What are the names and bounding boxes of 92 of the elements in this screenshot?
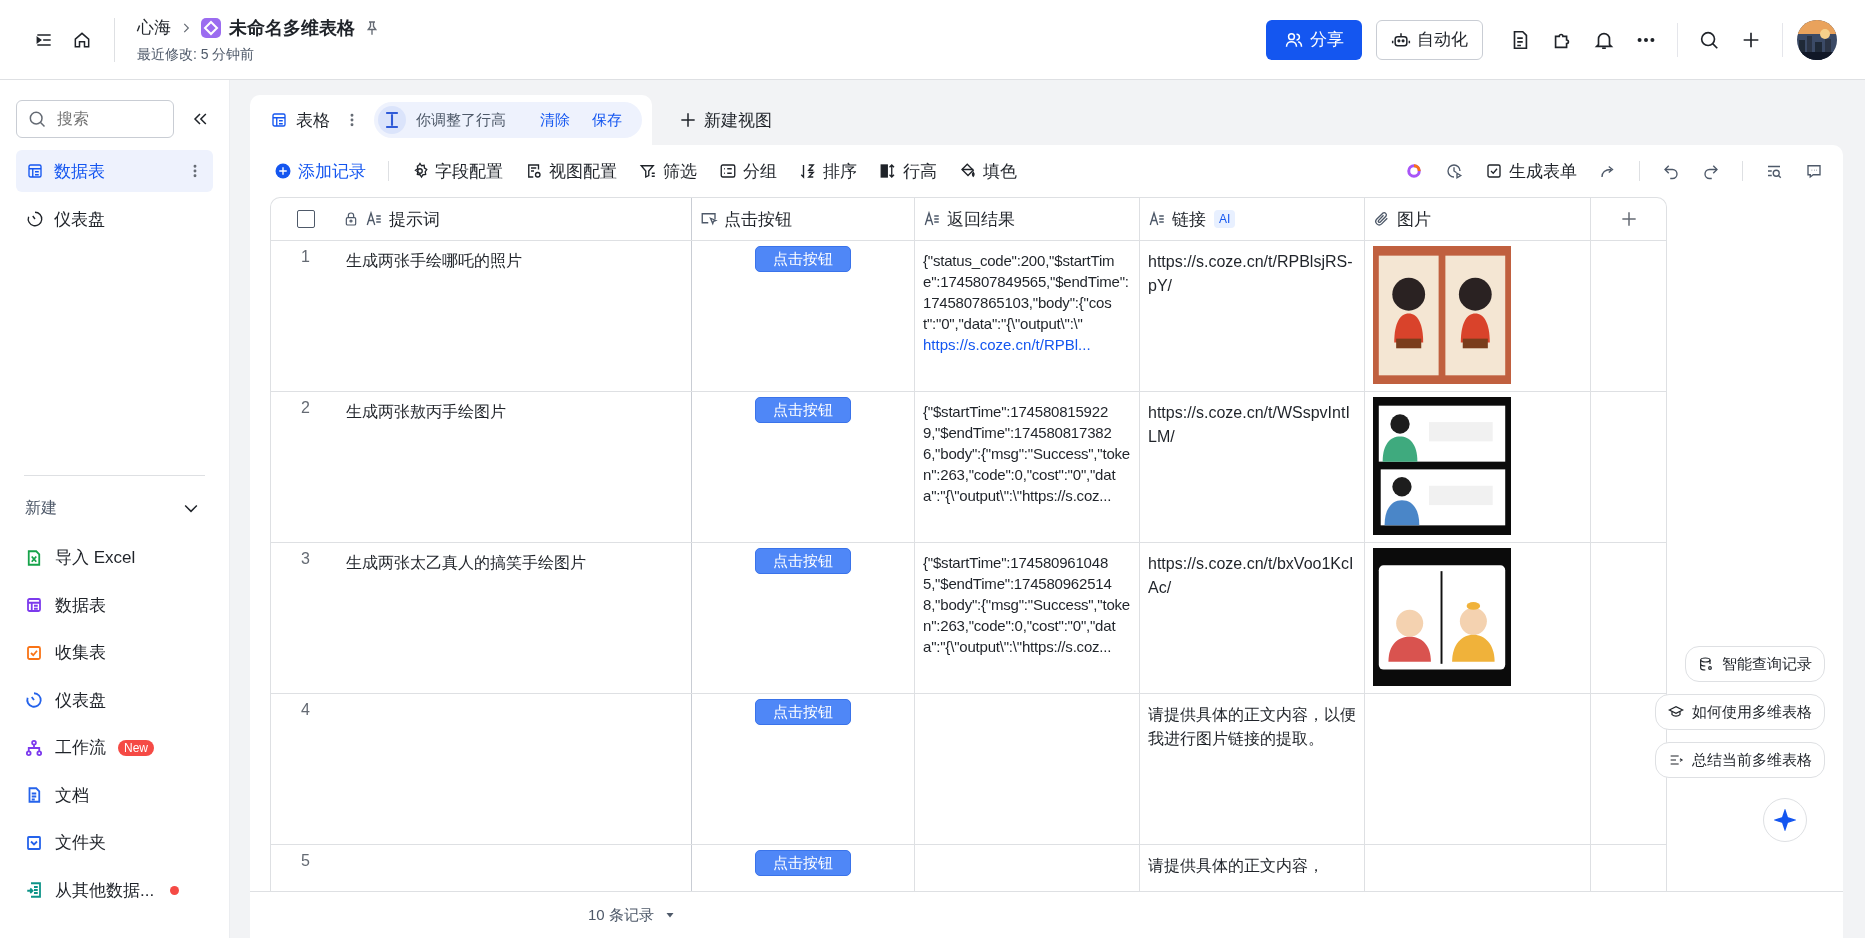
create-menu-item[interactable]: 文档	[55, 783, 89, 807]
table-cell-text: 请提供具体的正文内容，以便我进行图片链接的提取。	[1148, 705, 1356, 749]
app-icon	[201, 17, 221, 38]
view-tab[interactable]: 表格	[270, 104, 330, 136]
suggestion-button[interactable]: 如何使用多维表格	[1655, 694, 1825, 730]
plus-icon	[678, 110, 698, 130]
graduation-cap-icon	[1668, 704, 1684, 720]
sort-icon	[799, 162, 817, 180]
new-badge: New	[118, 739, 154, 756]
column-header[interactable]: 点击按钮	[700, 207, 792, 231]
redo-icon[interactable]	[1702, 162, 1720, 180]
row-number: 4	[301, 700, 310, 720]
suggestion-button[interactable]: 总结当前多维表格	[1655, 742, 1825, 778]
row-height-icon	[879, 162, 897, 180]
create-menu-item[interactable]: 导入 Excel	[55, 546, 136, 570]
clock-icon[interactable]	[1445, 162, 1463, 180]
summary-icon	[1668, 752, 1684, 768]
toolbar-button[interactable]: 视图配置	[525, 159, 617, 183]
create-menu-item[interactable]: 从其他数据...	[55, 878, 155, 902]
record-count-dropdown[interactable]: 10 条记录	[582, 904, 682, 926]
table-cell-text: {"$startTime":1745809610485,"$endTime":1745809625148,"body":{"msg":"Success","token":263,"code":0,"cost":"0","data":"{\"output\":\"https://s.coz...	[923, 553, 1131, 657]
table-cell-text: {"$startTime":1745808159229,"$endTime":1745808173826,"body":{"msg":"Success","token":263,"code":0,"cost":"0","data":"{\"output\":\"https://s.coz...	[923, 402, 1131, 506]
row-number: 3	[301, 549, 310, 569]
create-menu-item[interactable]: 仪表盘	[55, 688, 106, 712]
search-field[interactable]: 搜索	[16, 100, 174, 138]
breadcrumb-link[interactable]: 心海	[137, 16, 171, 39]
create-menu-item[interactable]: 收集表	[55, 641, 106, 665]
toolbar-button[interactable]: 筛选	[639, 159, 697, 183]
toolbar-button[interactable]: 字段配置	[411, 159, 503, 183]
database-icon	[1698, 656, 1714, 672]
row-number: 5	[301, 851, 310, 871]
ring-icon[interactable]	[1405, 162, 1423, 180]
comment-icon[interactable]	[1805, 162, 1823, 180]
filter-icon	[639, 162, 657, 180]
result-link[interactable]: https://s.coze.cn/t/RPBl...	[923, 334, 1091, 355]
table-cell-text: https://s.coze.cn/t/bxVoo1KcIAc/	[1148, 554, 1355, 598]
toolbar-button[interactable]: 分组	[719, 159, 777, 183]
ai-badge: AI	[1214, 210, 1236, 228]
checkbox-icon	[1485, 162, 1503, 180]
search-input[interactable]: 搜索	[55, 109, 159, 129]
table-cell-text: 生成两张手绘哪吒的照片	[345, 251, 522, 271]
plus-circle-icon	[274, 162, 292, 180]
share-button[interactable]: 分享	[1266, 19, 1362, 60]
table-icon	[270, 111, 288, 129]
toolbar-button[interactable]: 添加记录	[274, 159, 366, 183]
table-cell-text: https://s.coze.cn/t/RPBlsjRS-pY/	[1148, 252, 1354, 296]
sidebar-item[interactable]: 数据表	[16, 150, 213, 192]
suggestion-button[interactable]: 智能查询记录	[1685, 646, 1825, 682]
search-icon	[27, 109, 47, 129]
notice-text: 你调整了行高	[416, 110, 506, 130]
select-all-checkbox[interactable]	[297, 210, 315, 228]
table-icon	[26, 162, 44, 180]
row-height-icon	[378, 106, 406, 134]
new-view-button[interactable]: 新建视图	[672, 100, 778, 140]
create-menu-item[interactable]: 工作流	[55, 736, 106, 760]
toolbar-button[interactable]: 生成表单	[1485, 159, 1577, 183]
paperclip-icon	[1373, 210, 1391, 228]
create-menu-item[interactable]: 文件夹	[55, 831, 106, 855]
table-cell-text: 生成两张太乙真人的搞笑手绘图片	[345, 553, 586, 573]
ai-assistant-button[interactable]	[1763, 798, 1807, 842]
table-cell-text: 请提供具体的正文内容，	[1148, 856, 1324, 876]
view-settings-icon	[525, 162, 543, 180]
last-modified: 最近修改: 5 分钟前	[137, 45, 256, 64]
column-header[interactable]: 返回结果	[923, 207, 1015, 231]
cursor-icon	[700, 210, 718, 228]
text-field-icon	[365, 210, 383, 228]
table-cell-text: 生成两张敖丙手绘图片	[345, 402, 506, 422]
toolbar-button[interactable]: 填色	[959, 159, 1017, 183]
lock-icon	[343, 211, 359, 227]
notice-action[interactable]: 保存	[586, 110, 628, 130]
toolbar-button[interactable]: 排序	[799, 159, 857, 183]
gauge-icon	[26, 210, 44, 228]
column-header[interactable]: 图片	[1373, 207, 1431, 231]
column-header[interactable]: 链接	[1148, 207, 1206, 231]
table-cell-text: https://s.coze.cn/t/WSspvIntILM/	[1148, 403, 1351, 447]
document-title: 未命名多维表格	[229, 16, 355, 40]
create-menu-item[interactable]: 数据表	[55, 593, 106, 617]
sidebar-item[interactable]: 仪表盘	[16, 198, 213, 240]
text-field-icon	[1148, 210, 1166, 228]
table-cell-text: {"status_code":200,"$startTime":1745807849565,"$endTime":1745807865103,"body":{"cost":"0","data":"{\"output\":\"	[923, 251, 1130, 334]
row-number: 1	[301, 247, 310, 267]
column-header[interactable]: 提示词	[343, 207, 440, 231]
toolbar-button[interactable]: 行高	[879, 159, 937, 183]
automation-button[interactable]: 自动化	[1376, 19, 1483, 60]
list-icon	[719, 162, 737, 180]
row-number: 2	[301, 398, 310, 418]
paint-bucket-icon	[959, 162, 977, 180]
sparkle-icon	[1774, 809, 1796, 831]
section-title: 新建	[25, 497, 57, 518]
undo-icon[interactable]	[1662, 162, 1680, 180]
text-field-icon	[923, 210, 941, 228]
notice-action[interactable]: 清除	[534, 110, 576, 130]
